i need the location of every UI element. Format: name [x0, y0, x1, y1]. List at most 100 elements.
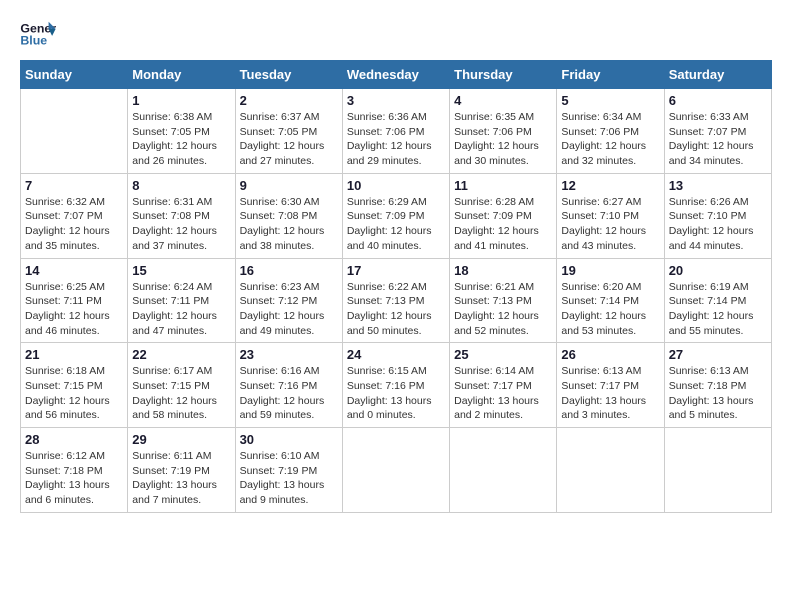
day-info: Sunrise: 6:28 AM Sunset: 7:09 PM Dayligh…	[454, 195, 552, 254]
calendar-cell: 1Sunrise: 6:38 AM Sunset: 7:05 PM Daylig…	[128, 89, 235, 174]
day-info: Sunrise: 6:34 AM Sunset: 7:06 PM Dayligh…	[561, 110, 659, 169]
calendar-cell: 14 Sunrise: 6:25 AM Sunset: 7:11 PM Dayli…	[21, 258, 128, 343]
calendar-cell: 16 Sunrise: 6:23 AM Sunset: 7:12 PM Dayli…	[235, 258, 342, 343]
day-number: 29	[132, 432, 230, 447]
day-info: Sunrise: 6:26 AM Sunset: 7:10 PM Dayligh…	[669, 195, 767, 254]
day-number: 18	[454, 263, 552, 278]
day-number: 1	[132, 93, 230, 108]
logo-icon: General Blue	[20, 20, 56, 50]
day-info: Sunrise: 6:16 AM Sunset: 7:16 PM Dayligh…	[240, 364, 338, 423]
day-number: 16	[240, 263, 338, 278]
calendar-cell: 18 Sunrise: 6:21 AM Sunset: 7:13 PM Dayli…	[450, 258, 557, 343]
calendar-cell: 24 Sunrise: 6:15 AM Sunset: 7:16 PM Dayli…	[342, 343, 449, 428]
day-info: Sunrise: 6:21 AM Sunset: 7:13 PM Dayligh…	[454, 280, 552, 339]
day-info: Sunrise: 6:13 AM Sunset: 7:17 PM Dayligh…	[561, 364, 659, 423]
calendar-cell: 26 Sunrise: 6:13 AM Sunset: 7:17 PM Dayli…	[557, 343, 664, 428]
calendar-cell: 29 Sunrise: 6:11 AM Sunset: 7:19 PM Dayli…	[128, 428, 235, 513]
day-number: 7	[25, 178, 123, 193]
day-info: Sunrise: 6:36 AM Sunset: 7:06 PM Dayligh…	[347, 110, 445, 169]
day-info: Sunrise: 6:10 AM Sunset: 7:19 PM Dayligh…	[240, 449, 338, 508]
day-number: 30	[240, 432, 338, 447]
day-number: 19	[561, 263, 659, 278]
day-info: Sunrise: 6:23 AM Sunset: 7:12 PM Dayligh…	[240, 280, 338, 339]
calendar-cell: 15 Sunrise: 6:24 AM Sunset: 7:11 PM Dayli…	[128, 258, 235, 343]
calendar-cell: 4 Sunrise: 6:35 AM Sunset: 7:06 PM Daylig…	[450, 89, 557, 174]
calendar-cell: 11 Sunrise: 6:28 AM Sunset: 7:09 PM Dayli…	[450, 173, 557, 258]
calendar-cell: 13 Sunrise: 6:26 AM Sunset: 7:10 PM Dayli…	[664, 173, 771, 258]
svg-text:Blue: Blue	[20, 34, 47, 48]
calendar-cell	[664, 428, 771, 513]
day-number: 3	[347, 93, 445, 108]
calendar-cell: 22 Sunrise: 6:17 AM Sunset: 7:15 PM Dayli…	[128, 343, 235, 428]
calendar-week-row: 28 Sunrise: 6:12 AM Sunset: 7:18 PM Dayli…	[21, 428, 772, 513]
day-number: 23	[240, 347, 338, 362]
day-number: 28	[25, 432, 123, 447]
day-number: 6	[669, 93, 767, 108]
day-number: 11	[454, 178, 552, 193]
calendar-cell: 21 Sunrise: 6:18 AM Sunset: 7:15 PM Dayli…	[21, 343, 128, 428]
day-info: Sunrise: 6:24 AM Sunset: 7:11 PM Dayligh…	[132, 280, 230, 339]
day-number: 14	[25, 263, 123, 278]
calendar-cell: 19 Sunrise: 6:20 AM Sunset: 7:14 PM Dayli…	[557, 258, 664, 343]
day-info: Sunrise: 6:11 AM Sunset: 7:19 PM Dayligh…	[132, 449, 230, 508]
weekday-header-wednesday: Wednesday	[342, 61, 449, 89]
day-info: Sunrise: 6:33 AM Sunset: 7:07 PM Dayligh…	[669, 110, 767, 169]
weekday-header-monday: Monday	[128, 61, 235, 89]
day-info: Sunrise: 6:12 AM Sunset: 7:18 PM Dayligh…	[25, 449, 123, 508]
day-number: 26	[561, 347, 659, 362]
day-number: 2	[240, 93, 338, 108]
calendar-table: SundayMondayTuesdayWednesdayThursdayFrid…	[20, 60, 772, 513]
day-info: Sunrise: 6:31 AM Sunset: 7:08 PM Dayligh…	[132, 195, 230, 254]
weekday-header-friday: Friday	[557, 61, 664, 89]
day-number: 10	[347, 178, 445, 193]
day-number: 24	[347, 347, 445, 362]
calendar-cell: 8 Sunrise: 6:31 AM Sunset: 7:08 PM Daylig…	[128, 173, 235, 258]
calendar-cell	[342, 428, 449, 513]
day-number: 22	[132, 347, 230, 362]
day-number: 9	[240, 178, 338, 193]
calendar-cell	[21, 89, 128, 174]
day-info: Sunrise: 6:29 AM Sunset: 7:09 PM Dayligh…	[347, 195, 445, 254]
calendar-cell: 5 Sunrise: 6:34 AM Sunset: 7:06 PM Daylig…	[557, 89, 664, 174]
day-info: Sunrise: 6:32 AM Sunset: 7:07 PM Dayligh…	[25, 195, 123, 254]
calendar-cell: 10 Sunrise: 6:29 AM Sunset: 7:09 PM Dayli…	[342, 173, 449, 258]
day-info: Sunrise: 6:37 AM Sunset: 7:05 PM Dayligh…	[240, 110, 338, 169]
calendar-cell: 30 Sunrise: 6:10 AM Sunset: 7:19 PM Dayli…	[235, 428, 342, 513]
day-number: 27	[669, 347, 767, 362]
calendar-cell: 25Sunrise: 6:14 AM Sunset: 7:17 PM Dayli…	[450, 343, 557, 428]
day-number: 12	[561, 178, 659, 193]
day-info: Sunrise: 6:30 AM Sunset: 7:08 PM Dayligh…	[240, 195, 338, 254]
day-info: Sunrise: 6:19 AM Sunset: 7:14 PM Dayligh…	[669, 280, 767, 339]
calendar-week-row: 1Sunrise: 6:38 AM Sunset: 7:05 PM Daylig…	[21, 89, 772, 174]
day-number: 4	[454, 93, 552, 108]
calendar-cell: 3 Sunrise: 6:36 AM Sunset: 7:06 PM Daylig…	[342, 89, 449, 174]
calendar-week-row: 14 Sunrise: 6:25 AM Sunset: 7:11 PM Dayli…	[21, 258, 772, 343]
day-info: Sunrise: 6:20 AM Sunset: 7:14 PM Dayligh…	[561, 280, 659, 339]
day-info: Sunrise: 6:22 AM Sunset: 7:13 PM Dayligh…	[347, 280, 445, 339]
calendar-cell	[557, 428, 664, 513]
weekday-header-thursday: Thursday	[450, 61, 557, 89]
weekday-header-tuesday: Tuesday	[235, 61, 342, 89]
day-number: 17	[347, 263, 445, 278]
weekday-header-row: SundayMondayTuesdayWednesdayThursdayFrid…	[21, 61, 772, 89]
weekday-header-sunday: Sunday	[21, 61, 128, 89]
calendar-cell: 2 Sunrise: 6:37 AM Sunset: 7:05 PM Daylig…	[235, 89, 342, 174]
calendar-cell: 20 Sunrise: 6:19 AM Sunset: 7:14 PM Dayli…	[664, 258, 771, 343]
day-info: Sunrise: 6:13 AM Sunset: 7:18 PM Dayligh…	[669, 364, 767, 423]
page-header: General Blue	[20, 20, 772, 50]
day-number: 21	[25, 347, 123, 362]
calendar-cell	[450, 428, 557, 513]
day-number: 20	[669, 263, 767, 278]
day-number: 5	[561, 93, 659, 108]
day-info: Sunrise: 6:18 AM Sunset: 7:15 PM Dayligh…	[25, 364, 123, 423]
day-info: Sunrise: 6:25 AM Sunset: 7:11 PM Dayligh…	[25, 280, 123, 339]
logo: General Blue	[20, 20, 56, 50]
calendar-week-row: 7 Sunrise: 6:32 AM Sunset: 7:07 PM Daylig…	[21, 173, 772, 258]
day-info: Sunrise: 6:15 AM Sunset: 7:16 PM Dayligh…	[347, 364, 445, 423]
day-number: 13	[669, 178, 767, 193]
day-number: 15	[132, 263, 230, 278]
day-info: Sunrise: 6:17 AM Sunset: 7:15 PM Dayligh…	[132, 364, 230, 423]
day-info: Sunrise: 6:35 AM Sunset: 7:06 PM Dayligh…	[454, 110, 552, 169]
day-number: 8	[132, 178, 230, 193]
calendar-cell: 27 Sunrise: 6:13 AM Sunset: 7:18 PM Dayli…	[664, 343, 771, 428]
